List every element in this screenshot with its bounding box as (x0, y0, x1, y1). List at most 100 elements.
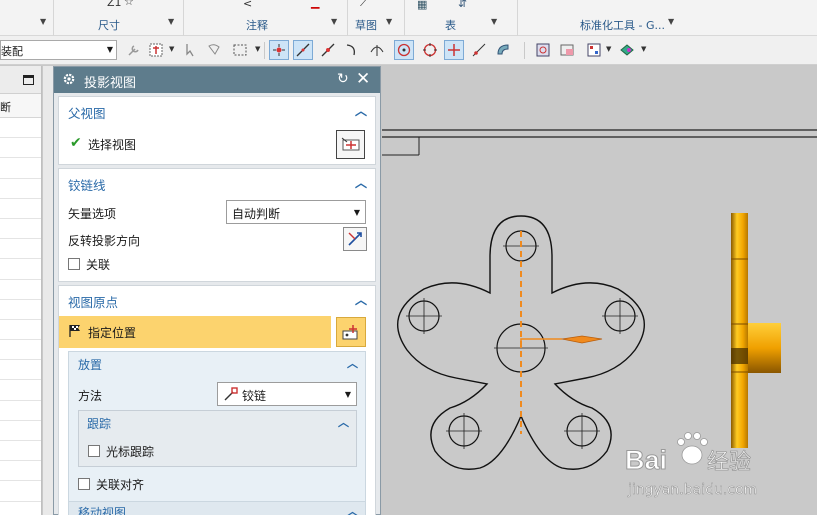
close-icon[interactable]: ✕ (356, 69, 370, 89)
navigator-row[interactable] (0, 158, 41, 179)
chevron-down-icon[interactable]: ▼ (386, 17, 392, 26)
navigator-row[interactable] (0, 461, 41, 482)
collapse-icon[interactable]: ︿ (338, 414, 349, 430)
specify-location-button[interactable] (336, 317, 366, 347)
collapse-icon[interactable]: ︿ (347, 503, 358, 515)
pointer-icon[interactable] (180, 40, 200, 60)
chevron-down-icon[interactable]: ▼ (331, 17, 337, 26)
ribbon-group-standard-tools: 标准化工具 - G... ▼ (518, 0, 684, 36)
reset-icon[interactable]: ↻ (337, 71, 349, 87)
ribbon-label-annotation[interactable]: 注释 (246, 17, 268, 33)
snap-cross-icon[interactable] (444, 40, 464, 60)
navigator-row[interactable] (0, 138, 41, 159)
subgroup-header-placement[interactable]: 放置 (78, 356, 102, 373)
side-view-hole (731, 348, 748, 364)
graphics-window[interactable]: Bai 经验 jingyan.baidu.com (382, 66, 817, 515)
navigator-column-header[interactable]: 断 (0, 94, 41, 118)
maximize-icon[interactable] (23, 75, 34, 85)
lasso-icon[interactable] (204, 40, 224, 60)
gear-icon[interactable] (62, 72, 76, 89)
navigator-row[interactable] (0, 199, 41, 219)
method-label: 方法 (78, 389, 103, 403)
subgroup-header-move-view[interactable]: 移动视图 (78, 504, 126, 515)
navigator-row[interactable] (0, 280, 41, 300)
method-select[interactable]: 铰链 ▼ (217, 382, 357, 406)
ribbon-label-dimension[interactable]: 尺寸 (98, 17, 120, 33)
snap-midpoint-icon[interactable] (318, 40, 338, 60)
filter-select-icon[interactable] (146, 40, 166, 60)
ribbon-group-left: ▼ (0, 0, 54, 36)
navigator-row[interactable] (0, 401, 41, 421)
snap-surface-icon[interactable] (493, 40, 513, 60)
associative-checkbox[interactable] (68, 258, 80, 270)
collapse-icon[interactable]: ︿ (347, 355, 358, 371)
specify-location-label: 指定位置 (88, 326, 137, 340)
snap-center-icon[interactable] (394, 40, 414, 60)
navigator-row[interactable] (0, 340, 41, 361)
subgroup-tracking: 跟踪 ︿ 光标跟踪 (78, 410, 357, 467)
side-view-preview[interactable] (731, 213, 781, 448)
point-place-icon (342, 325, 358, 340)
snap-tangent-icon[interactable] (342, 40, 362, 60)
collapse-icon[interactable]: ︿ (355, 102, 367, 119)
navigator-row[interactable] (0, 259, 41, 280)
navigator-row[interactable] (0, 360, 41, 381)
snap-points-icon[interactable] (269, 40, 289, 60)
chevron-down-icon[interactable]: ▼ (255, 45, 260, 53)
view-style-icon[interactable] (557, 40, 577, 60)
navigator-row[interactable] (0, 239, 41, 260)
watermark-brand: Bai (625, 445, 667, 475)
ribbon-label-standard-tools[interactable]: 标准化工具 - G... (580, 17, 665, 33)
ribbon-label-table[interactable]: 表 (445, 17, 456, 33)
toolbar: 装配 ▼ ▼ ▼ ▼ ▼ (0, 36, 817, 65)
ribbon-group-dimension: Z1 ☆ 尺寸 ▼ (54, 0, 184, 36)
render-style-icon[interactable] (617, 40, 637, 60)
sketch-icon: ⟋ (360, 0, 368, 9)
ribbon-label-sketch[interactable]: 草图 (355, 17, 377, 33)
specify-location-row[interactable]: 指定位置 (59, 316, 331, 348)
rectangle-select-icon[interactable] (230, 40, 250, 60)
wrench-icon[interactable] (124, 40, 144, 60)
navigator-row[interactable] (0, 320, 41, 341)
subgroup-move-view: 移动视图 ︿ (69, 501, 365, 515)
chevron-down-icon[interactable]: ▼ (169, 45, 174, 53)
section-header-hinge-line[interactable]: 铰链线 (68, 175, 106, 194)
view-zoom-icon[interactable] (533, 40, 553, 60)
navigator-row[interactable] (0, 481, 41, 502)
navigator-row[interactable] (0, 219, 41, 240)
table-icon: ▁ (311, 0, 320, 9)
chevron-down-icon[interactable]: ▼ (606, 45, 611, 53)
subgroup-header-tracking[interactable]: 跟踪 (87, 415, 111, 432)
chevron-down-icon[interactable]: ▼ (491, 17, 497, 26)
navigator-row[interactable] (0, 300, 41, 320)
snap-line-icon[interactable] (293, 40, 313, 60)
snap-point-on-curve-icon[interactable] (469, 40, 489, 60)
navigator-row[interactable] (0, 179, 41, 199)
associative-align-checkbox[interactable] (78, 478, 90, 490)
section-header-view-origin[interactable]: 视图原点 (68, 292, 118, 311)
chevron-down-icon[interactable]: ▼ (668, 17, 674, 26)
chevron-down-icon[interactable]: ▼ (40, 17, 46, 26)
drawing-sheet[interactable]: Bai 经验 jingyan.baidu.com (382, 66, 817, 515)
navigator-row[interactable] (0, 441, 41, 462)
ribbon-group-annotation: < ▁ 注释 ▼ (184, 0, 348, 36)
navigator-row[interactable] (0, 118, 41, 139)
vector-option-select[interactable]: 自动判断 ▼ (226, 200, 366, 224)
navigator-row[interactable] (0, 421, 41, 441)
snap-intersection-icon[interactable] (367, 40, 387, 60)
selection-filter-combo[interactable]: 装配 ▼ (0, 40, 117, 60)
navigator-row[interactable] (0, 380, 41, 401)
collapse-icon[interactable]: ︿ (355, 174, 367, 191)
chevron-down-icon[interactable]: ▼ (641, 45, 646, 53)
cursor-tracking-checkbox[interactable] (88, 445, 100, 457)
layer-settings-icon[interactable] (584, 40, 604, 60)
snap-quadrant-icon[interactable] (420, 40, 440, 60)
direction-arrow-icon[interactable] (561, 335, 603, 344)
select-view-button[interactable] (336, 130, 365, 159)
section-header-parent-view[interactable]: 父视图 (68, 103, 106, 122)
chevron-down-icon[interactable]: ▼ (168, 17, 174, 26)
reverse-direction-button[interactable] (343, 227, 367, 251)
collapse-icon[interactable]: ︿ (355, 291, 367, 308)
sort-icon: ⇵ (458, 0, 468, 10)
dialog-title-bar[interactable]: 投影视图 ↻ ✕ (54, 67, 380, 93)
